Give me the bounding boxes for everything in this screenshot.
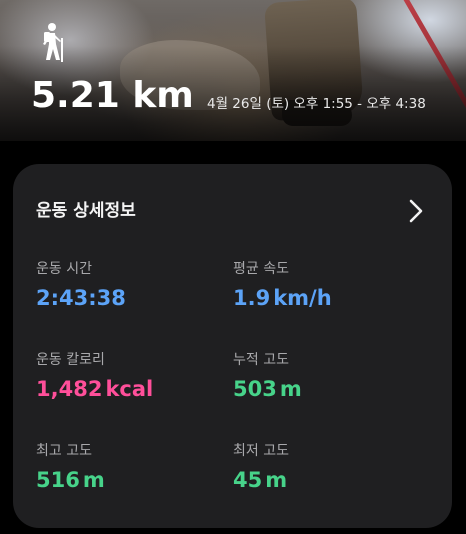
metric-number: 503 xyxy=(233,377,277,401)
chevron-right-icon[interactable] xyxy=(406,197,426,225)
metric-cumulative-elevation: 누적 고도 503 m xyxy=(233,351,423,403)
metric-number: 516 xyxy=(36,468,80,492)
metric-unit: m xyxy=(279,377,302,401)
metric-label: 운동 시간 xyxy=(36,261,92,277)
hiking-icon xyxy=(43,23,63,62)
metric-value: 45 m xyxy=(233,466,423,494)
metric-duration: 운동 시간 2:43:38 xyxy=(36,260,226,312)
activity-cover-photo: 5.21 km 4월 26일 (토) 오후 1:55 - 오후 4:38 xyxy=(0,0,466,141)
metric-label: 평균 속도 xyxy=(233,261,289,277)
total-distance: 5.21 km xyxy=(31,75,194,116)
metric-average-speed: 평균 속도 1.9 km/h xyxy=(233,260,423,312)
workout-summary-screen: 5.21 km 4월 26일 (토) 오후 1:55 - 오후 4:38 운동 … xyxy=(0,0,466,534)
metric-number: 2:43:38 xyxy=(36,286,126,310)
metric-number: 1,482 xyxy=(36,377,103,401)
metric-value: 2:43:38 xyxy=(36,284,226,312)
metric-label: 최고 고도 xyxy=(36,443,92,459)
metric-min-elevation: 최저 고도 45 m xyxy=(233,442,423,494)
activity-time-range: 4월 26일 (토) 오후 1:55 - 오후 4:38 xyxy=(207,96,426,112)
metric-calories: 운동 칼로리 1,482 kcal xyxy=(36,351,226,403)
metric-max-elevation: 최고 고도 516 m xyxy=(36,442,226,494)
metric-number: 1.9 xyxy=(233,286,271,310)
workout-details-card[interactable]: 운동 상세정보 운동 시간 2:43:38 평균 속도 1.9 km/h 운동 칼… xyxy=(13,164,452,528)
details-title: 운동 상세정보 xyxy=(36,201,136,221)
metric-label: 누적 고도 xyxy=(233,352,289,368)
metric-value: 1.9 km/h xyxy=(233,284,423,312)
metric-label: 최저 고도 xyxy=(233,443,289,459)
metric-number: 45 xyxy=(233,468,263,492)
metric-unit: kcal xyxy=(105,377,154,401)
metric-unit: km/h xyxy=(273,286,332,310)
metric-value: 516 m xyxy=(36,466,226,494)
metric-value: 503 m xyxy=(233,375,423,403)
metric-unit: m xyxy=(265,468,288,492)
metric-unit: m xyxy=(82,468,105,492)
metric-value: 1,482 kcal xyxy=(36,375,226,403)
metric-label: 운동 칼로리 xyxy=(36,352,105,368)
